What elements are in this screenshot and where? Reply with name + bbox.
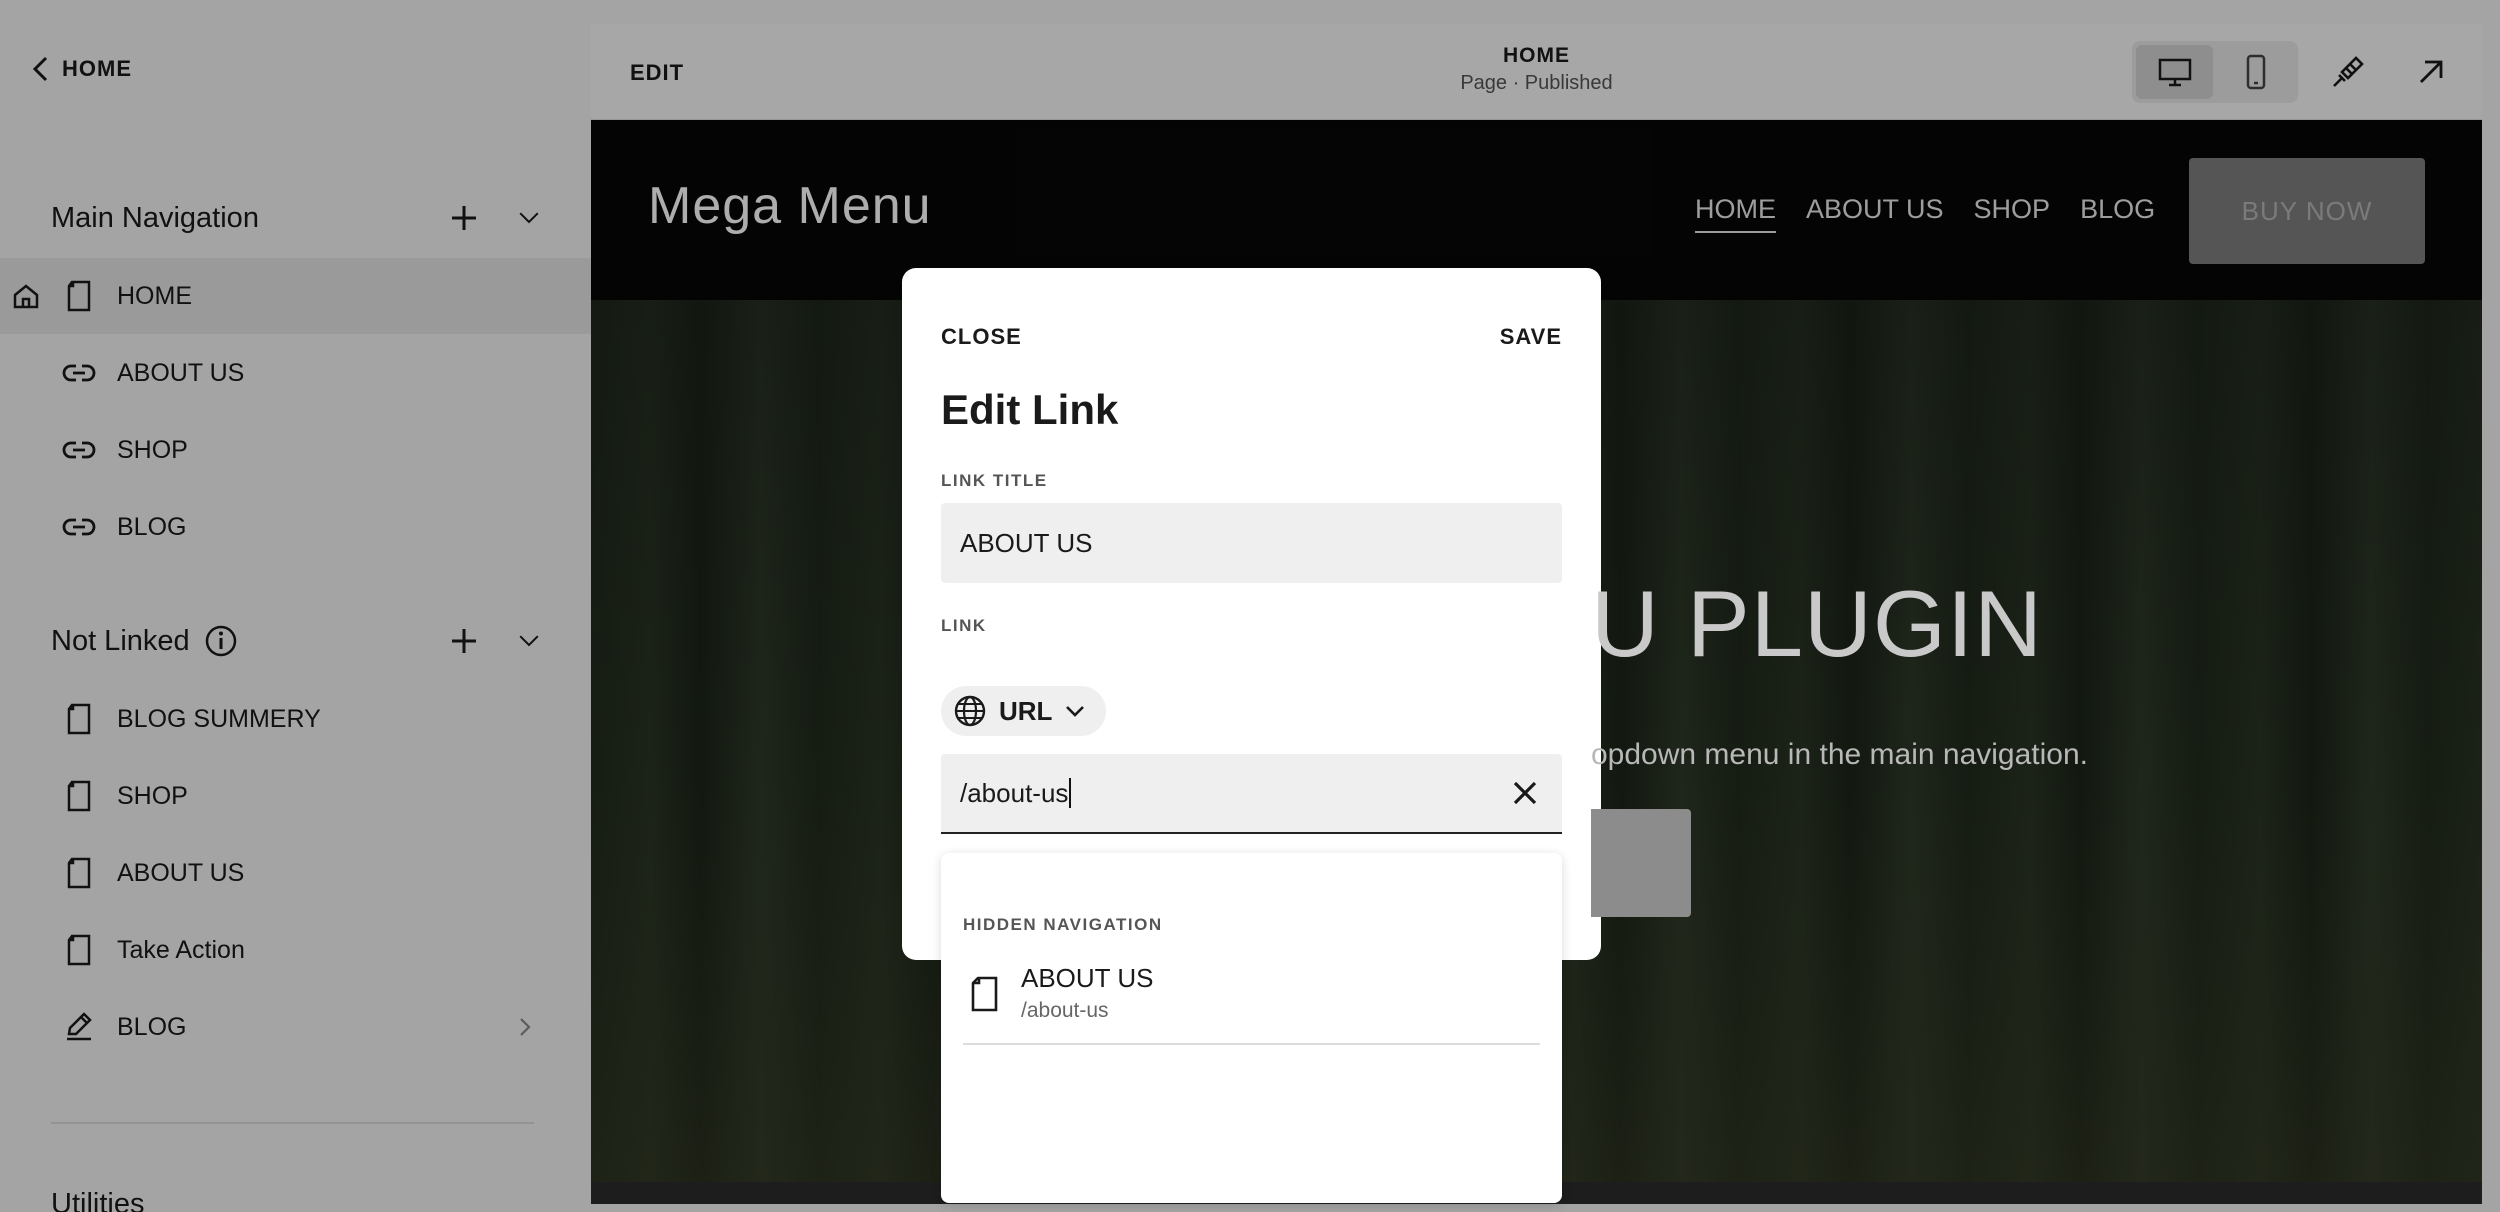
url-input[interactable]: /about-us [941, 754, 1562, 834]
link-title-value: ABOUT US [960, 527, 1093, 558]
hero-subtitle: opdown menu in the main navigation. [1591, 738, 2088, 771]
link-type-select[interactable]: URL [941, 686, 1107, 736]
save-button[interactable]: SAVE [1500, 324, 1562, 350]
clear-icon[interactable] [1510, 778, 1540, 808]
text-caret [1069, 778, 1072, 808]
url-value: /about-us [960, 777, 1069, 808]
suggestion-item[interactable]: ABOUT US /about-us [963, 955, 1540, 1045]
link-suggestions-dropdown: HIDDEN NAVIGATION ABOUT US /about-us [941, 853, 1562, 1203]
modal-title: Edit Link [941, 386, 1119, 433]
link-type-value: URL [999, 695, 1053, 726]
suggestion-path: /about-us [1021, 999, 1109, 1022]
hidden-navigation-label: HIDDEN NAVIGATION [963, 915, 1163, 934]
hero-title: U PLUGIN [1591, 571, 2043, 676]
chevron-down-icon [1066, 706, 1085, 717]
globe-icon [954, 695, 986, 727]
page-icon [971, 976, 998, 1012]
link-label: LINK [941, 616, 987, 635]
close-button[interactable]: CLOSE [941, 324, 1022, 350]
hero-button[interactable] [1591, 809, 1691, 917]
suggestion-title: ABOUT US [1021, 963, 1154, 993]
link-title-input[interactable]: ABOUT US [941, 503, 1562, 583]
link-title-label: LINK TITLE [941, 471, 1048, 490]
